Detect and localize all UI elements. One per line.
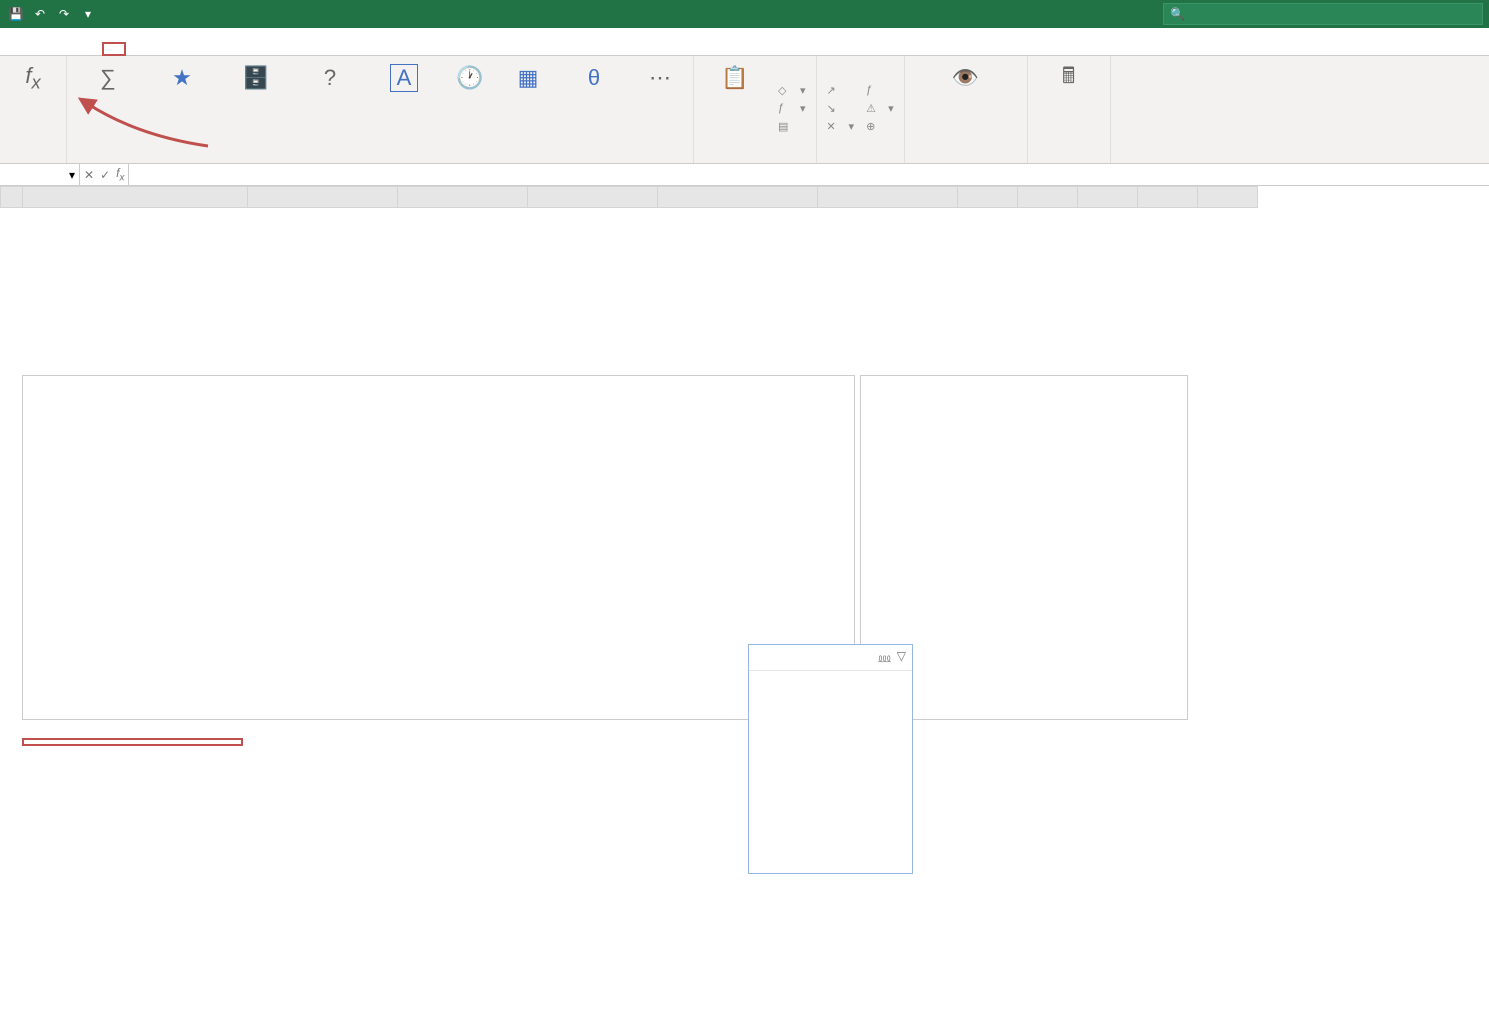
col-header[interactable] <box>818 187 958 208</box>
search-box[interactable]: 🔍 <box>1163 3 1483 25</box>
fx-icon: fx <box>19 64 47 92</box>
tab-insert[interactable] <box>54 41 78 55</box>
formula-bar: ▾ ✕ ✓ fx <box>0 164 1489 186</box>
slicer[interactable]: ⅏▽ <box>748 644 913 874</box>
save-icon[interactable]: 💾 <box>8 6 24 22</box>
insert-function-button[interactable]: fx <box>6 60 60 159</box>
evaluate-formula-button[interactable]: ⊕ <box>862 119 898 135</box>
show-formulas-button[interactable]: ƒ <box>862 83 898 99</box>
lookup-icon: ▦ <box>514 64 542 92</box>
create-sel-icon: ▤ <box>778 120 792 134</box>
calc-options-button[interactable]: 🖩 <box>1034 60 1104 159</box>
name-box[interactable]: ▾ <box>0 164 80 185</box>
math-button[interactable]: θ <box>559 60 629 157</box>
undo-icon[interactable]: ↶ <box>32 6 48 22</box>
theta-icon: θ <box>580 64 608 92</box>
remove-arrows-icon: ✕ <box>827 120 841 134</box>
pie-chart-svg <box>944 393 1104 553</box>
col-header[interactable] <box>248 187 398 208</box>
use-in-formula-button[interactable]: ƒ ▾ <box>774 101 810 117</box>
col-header[interactable] <box>23 187 248 208</box>
calculator-icon: 🖩 <box>1055 64 1083 92</box>
watch-icon: 👁️ <box>952 64 980 92</box>
logical-icon: ? <box>316 64 344 92</box>
sigma-icon: ∑ <box>94 64 122 92</box>
more-icon: ⋯ <box>646 64 674 92</box>
search-input[interactable] <box>1191 7 1476 21</box>
tab-data[interactable] <box>126 41 150 55</box>
name-manager-icon: 📋 <box>721 64 749 92</box>
name-manager-button[interactable]: 📋 <box>700 60 770 157</box>
recent-button[interactable]: ★ <box>147 60 217 157</box>
tab-home[interactable] <box>30 41 54 55</box>
autosum-button[interactable]: ∑ <box>73 60 143 157</box>
trace-dependents-button[interactable]: ↘ <box>823 101 859 117</box>
remove-arrows-button[interactable]: ✕ ▾ <box>823 119 859 135</box>
select-all-corner[interactable] <box>1 187 23 208</box>
formula-input[interactable] <box>129 164 1489 185</box>
multiselect-icon[interactable]: ⅏ <box>878 649 890 666</box>
create-from-selection-button[interactable]: ▤ <box>774 119 810 135</box>
clock-icon: 🕐 <box>456 64 484 92</box>
text-icon: A <box>390 64 418 92</box>
trace-precedents-button[interactable]: ↗ <box>823 83 859 99</box>
lookup-button[interactable]: ▦ <box>501 60 555 157</box>
tab-view[interactable] <box>174 41 198 55</box>
redo-icon[interactable]: ↷ <box>56 6 72 22</box>
tab-pagelayout[interactable] <box>78 41 102 55</box>
financial-icon: 🗄️ <box>242 64 270 92</box>
watch-window-button[interactable]: 👁️ <box>911 60 1021 159</box>
text-button[interactable]: A <box>369 60 439 157</box>
define-name-icon: ◇ <box>778 84 792 98</box>
qat-dropdown-icon[interactable]: ▾ <box>80 6 96 22</box>
use-formula-icon: ƒ <box>778 102 792 116</box>
ribbon-tabs <box>0 28 1489 56</box>
col-header[interactable] <box>1018 187 1078 208</box>
search-icon: 🔍 <box>1170 7 1185 21</box>
col-header[interactable] <box>398 187 528 208</box>
show-formulas-icon: ƒ <box>866 84 880 98</box>
financial-button[interactable]: 🗄️ <box>221 60 291 157</box>
tab-help[interactable] <box>198 41 222 55</box>
evaluate-icon: ⊕ <box>866 120 880 134</box>
enter-icon[interactable]: ✓ <box>100 168 110 182</box>
title-bar: 💾 ↶ ↷ ▾ 🔍 <box>0 0 1489 28</box>
col-header[interactable] <box>1198 187 1258 208</box>
col-header[interactable] <box>658 187 818 208</box>
tab-file[interactable] <box>6 41 30 55</box>
trace-dep-icon: ↘ <box>827 102 841 116</box>
tab-review[interactable] <box>150 41 174 55</box>
error-check-icon: ⚠ <box>866 102 880 116</box>
trace-prec-icon: ↗ <box>827 84 841 98</box>
clear-filter-icon[interactable]: ▽ <box>897 649 906 666</box>
col-header[interactable] <box>1138 187 1198 208</box>
formula-annotation <box>22 738 243 746</box>
col-header[interactable] <box>1078 187 1138 208</box>
col-header[interactable] <box>958 187 1018 208</box>
star-icon: ★ <box>168 64 196 92</box>
datetime-button[interactable]: 🕐 <box>443 60 497 157</box>
ribbon: fx ∑ ★ 🗄️ ? A 🕐 ▦ θ ⋯ 📋 ◇ ▾ ƒ ▾ ▤ <box>0 56 1489 164</box>
pie-legend <box>861 558 1187 566</box>
logical-button[interactable]: ? <box>295 60 365 157</box>
spreadsheet-grid[interactable] <box>0 186 1258 208</box>
tab-formulas[interactable] <box>102 42 126 56</box>
bar-chart-title <box>23 376 854 388</box>
bar-chart[interactable] <box>22 375 855 720</box>
pie-chart-title <box>861 376 1187 388</box>
fx-bar-icon[interactable]: fx <box>116 166 124 183</box>
col-header[interactable] <box>528 187 658 208</box>
name-box-input[interactable] <box>4 168 69 182</box>
more-functions-button[interactable]: ⋯ <box>633 60 687 157</box>
define-name-button[interactable]: ◇ ▾ <box>774 83 810 99</box>
cancel-icon[interactable]: ✕ <box>84 168 94 182</box>
error-check-button[interactable]: ⚠ ▾ <box>862 101 898 117</box>
